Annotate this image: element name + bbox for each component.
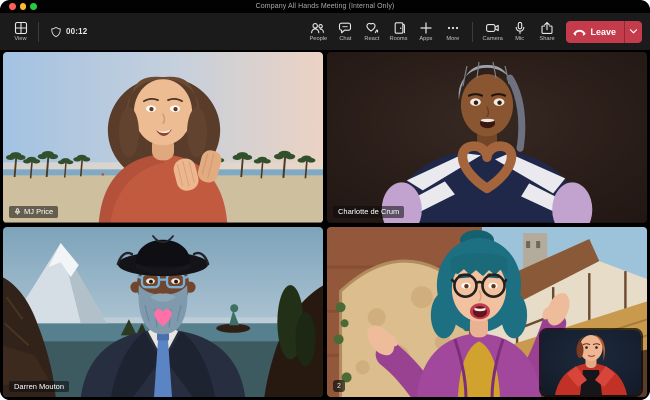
toolbar-actions: People Chat React — [305, 21, 642, 43]
toolbar-divider — [38, 22, 39, 42]
video-tile-mj-price[interactable]: MJ Price — [3, 52, 323, 223]
badge-count: 2 — [337, 383, 341, 390]
more-label: More — [446, 36, 459, 42]
camera-label: Camera — [483, 36, 503, 42]
mic-button[interactable]: Mic — [507, 21, 532, 42]
share-button[interactable]: Share — [534, 21, 559, 42]
participant-name: MJ Price — [24, 208, 53, 216]
timer-value: 00:12 — [66, 27, 87, 36]
participant-name: Darren Mouton — [14, 383, 64, 391]
name-chip: Darren Mouton — [9, 381, 69, 393]
ellipsis-icon — [446, 21, 460, 35]
leave-options-button[interactable] — [625, 21, 642, 43]
rooms-icon — [392, 21, 406, 35]
beach-avatar-scene — [3, 52, 323, 223]
meeting-timer: 00:12 — [50, 26, 87, 38]
video-tile-darren-mouton[interactable]: Darren Mouton — [3, 227, 323, 398]
mic-icon — [14, 208, 21, 215]
mic-icon — [513, 21, 527, 35]
teams-meeting-window: Company All Hands Meeting (Internal Only… — [0, 0, 650, 400]
people-button[interactable]: People — [305, 21, 330, 42]
apps-label: Apps — [419, 36, 432, 42]
meeting-title: Company All Hands Meeting (Internal Only… — [0, 0, 650, 13]
people-icon — [310, 21, 325, 35]
react-icon — [365, 21, 379, 35]
share-label: Share — [539, 36, 554, 42]
react-button[interactable]: React — [359, 21, 384, 42]
plus-icon — [419, 21, 433, 35]
self-view-pip[interactable] — [541, 330, 641, 395]
camera-button[interactable]: Camera — [480, 21, 505, 42]
chevron-down-icon — [629, 28, 638, 35]
chat-icon — [338, 21, 352, 35]
rooms-button[interactable]: Rooms — [386, 21, 411, 42]
participant-name: Charlotte de Crum — [338, 208, 399, 216]
hangup-icon — [573, 27, 586, 37]
camera-icon — [485, 21, 500, 35]
chat-button[interactable]: Chat — [332, 21, 357, 42]
video-tile-presenter[interactable]: 2 — [327, 227, 647, 398]
view-label: View — [14, 36, 26, 42]
self-view-avatar-scene — [541, 330, 641, 395]
shield-icon — [50, 26, 62, 38]
mic-label: Mic — [516, 36, 525, 42]
grid-view-icon — [14, 21, 28, 35]
more-button[interactable]: More — [440, 21, 465, 42]
leave-button[interactable]: Leave — [566, 21, 642, 43]
apps-button[interactable]: Apps — [413, 21, 438, 42]
meeting-toolbar: View 00:12 People — [0, 13, 650, 50]
video-grid: MJ Price — [0, 50, 650, 400]
chat-label: Chat — [339, 36, 351, 42]
view-button[interactable]: View — [8, 21, 33, 42]
rooms-label: Rooms — [390, 36, 408, 42]
leave-label: Leave — [590, 27, 616, 37]
mountain-avatar-scene — [3, 227, 323, 398]
participant-count-badge: 2 — [333, 380, 345, 392]
dark-room-avatar-scene — [327, 52, 647, 223]
share-icon — [540, 21, 554, 35]
toolbar-divider — [472, 22, 473, 42]
name-chip: Charlotte de Crum — [333, 206, 404, 218]
video-tile-charlotte-de-crum[interactable]: Charlotte de Crum — [327, 52, 647, 223]
people-label: People — [309, 36, 327, 42]
react-label: React — [365, 36, 380, 42]
name-chip: MJ Price — [9, 206, 58, 218]
title-bar: Company All Hands Meeting (Internal Only… — [0, 0, 650, 13]
